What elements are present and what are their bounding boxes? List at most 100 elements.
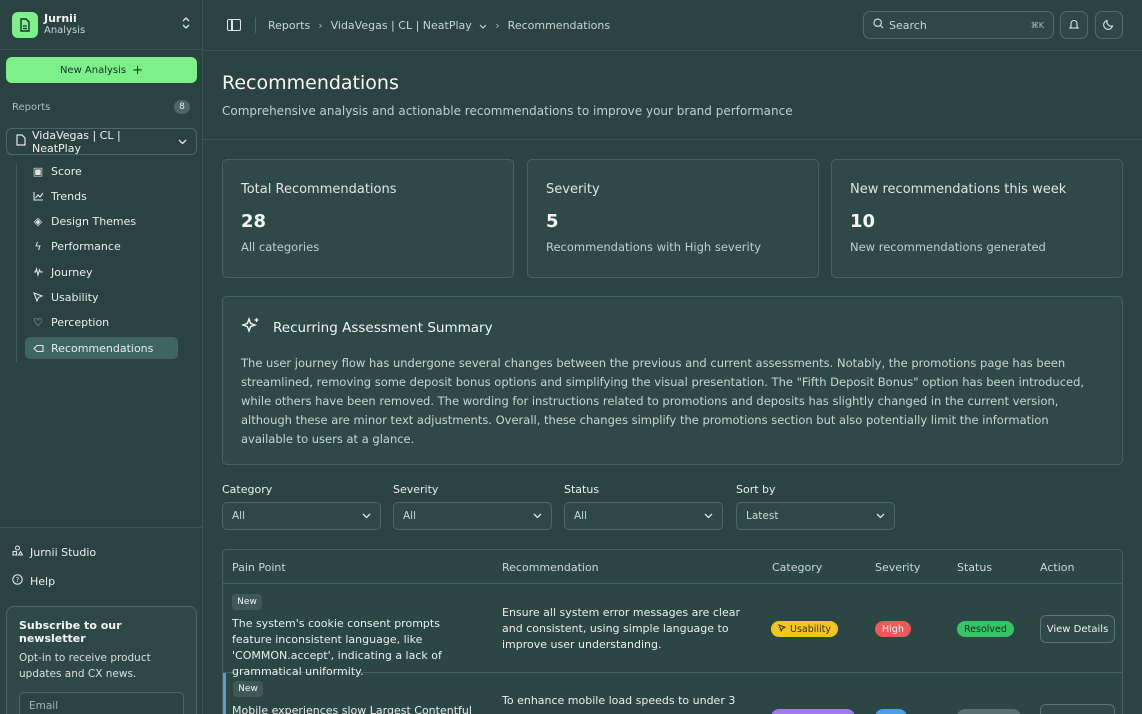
- sidebar-item-score[interactable]: ▣ Score: [25, 160, 178, 182]
- brand-switcher[interactable]: Jurnii Analysis: [0, 0, 202, 50]
- sidebar-item-label: Journey: [51, 265, 93, 279]
- newsletter-text: Opt-in to receive product updates and CX…: [19, 652, 151, 680]
- email-field[interactable]: Email: [19, 692, 184, 714]
- sidebar-item-design-themes[interactable]: ◈ Design Themes: [25, 211, 178, 233]
- stat-card-total: Total Recommendations 28 All categories: [222, 159, 514, 278]
- sidebar-item-label: Trends: [51, 189, 87, 203]
- stat-value: 28: [241, 211, 267, 232]
- recommendations-icon: [32, 344, 44, 353]
- stat-card-new-this-week: New recommendations this week 10 New rec…: [831, 159, 1123, 278]
- select-value: Latest: [746, 510, 779, 522]
- sidebar-item-recommendations[interactable]: Recommendations: [25, 337, 178, 360]
- category-select[interactable]: All: [222, 502, 381, 530]
- plus-icon: +: [132, 62, 144, 78]
- sidebar-item-label: Performance: [51, 240, 121, 254]
- filter-status: Status All: [564, 483, 723, 530]
- sidebar-item-label: Perception: [51, 316, 110, 330]
- sidebar: Jurnii Analysis New Analysis + Reports 8…: [0, 0, 203, 714]
- breadcrumb-reports[interactable]: Reports: [268, 19, 310, 32]
- filter-label: Severity: [393, 483, 439, 496]
- trends-icon: [32, 191, 44, 201]
- topbar-divider: [255, 17, 256, 33]
- pain-point-cell: The system's cookie consent prompts feat…: [232, 617, 442, 678]
- journey-icon: [32, 267, 44, 278]
- sparkles-icon: [240, 316, 261, 339]
- stat-label: Severity: [546, 182, 600, 197]
- sidebar-nav: ▣ Score Trends ◈ Design Themes ϟ Perform…: [25, 160, 178, 362]
- jurnii-studio-link[interactable]: Jurnii Studio: [12, 545, 96, 559]
- breadcrumb-report-label: VidaVegas | CL | NeatPlay: [330, 18, 472, 32]
- category-badge: Usability: [771, 621, 839, 637]
- chevron-updown-icon: [182, 17, 190, 32]
- search-input[interactable]: Search ⌘K: [863, 11, 1054, 39]
- status-select[interactable]: All: [564, 502, 723, 530]
- filter-label: Category: [222, 483, 273, 496]
- status-badge: [957, 709, 1021, 714]
- table-header: Pain Point Recommendation Category Sever…: [223, 550, 1122, 584]
- help-link[interactable]: ? Help: [12, 574, 55, 588]
- column-header[interactable]: Status: [957, 561, 992, 574]
- column-header[interactable]: Action: [1040, 561, 1074, 574]
- sidebar-item-perception[interactable]: ♡ Perception: [25, 312, 178, 334]
- sidebar-toggle-icon[interactable]: [227, 19, 241, 31]
- summary-title: Recurring Assessment Summary: [273, 320, 493, 336]
- shapes-icon: [12, 545, 24, 559]
- view-details-button[interactable]: View Details: [1040, 615, 1115, 643]
- help-circle-icon: ?: [12, 574, 23, 588]
- breadcrumb: Reports › VidaVegas | CL | NeatPlay › Re…: [268, 19, 610, 32]
- summary-body: The user journey flow has undergone seve…: [241, 356, 1085, 446]
- stat-note: New recommendations generated: [850, 240, 1046, 254]
- sidebar-item-trends[interactable]: Trends: [25, 185, 178, 207]
- sort-select[interactable]: Latest: [736, 502, 895, 530]
- chevron-down-icon: [876, 510, 885, 522]
- stat-note: All categories: [241, 240, 320, 254]
- help-label: Help: [30, 574, 56, 588]
- column-header[interactable]: Category: [772, 561, 822, 574]
- chevron-down-icon: [479, 19, 487, 32]
- recommendation-cell: Ensure all system error messages are cle…: [502, 606, 740, 651]
- search-shortcut: ⌘K: [1030, 20, 1044, 30]
- chevron-down-icon: [533, 510, 542, 522]
- stat-value: 10: [850, 211, 876, 232]
- sidebar-item-performance[interactable]: ϟ Performance: [25, 236, 178, 258]
- breadcrumb-report[interactable]: VidaVegas | CL | NeatPlay: [331, 19, 488, 32]
- view-details-button[interactable]: [1040, 704, 1115, 714]
- severity-select[interactable]: All: [393, 502, 552, 530]
- new-analysis-button[interactable]: New Analysis +: [6, 57, 197, 83]
- sidebar-item-label: Recommendations: [51, 341, 154, 355]
- select-value: All: [232, 510, 246, 522]
- report-select[interactable]: VidaVegas | CL | NeatPlay: [6, 128, 197, 155]
- chevron-right-icon: ›: [318, 18, 323, 32]
- recommendations-table: Pain Point Recommendation Category Sever…: [222, 549, 1123, 714]
- theme-toggle-button[interactable]: [1095, 11, 1123, 39]
- perception-icon: ♡: [33, 316, 43, 330]
- sidebar-item-label: Score: [51, 164, 82, 178]
- header-divider: [203, 139, 1142, 140]
- sidebar-item-usability[interactable]: Usability: [25, 286, 178, 308]
- report-select-value: VidaVegas | CL | NeatPlay: [32, 128, 121, 155]
- filter-severity: Severity All: [393, 483, 552, 530]
- column-header[interactable]: Severity: [875, 561, 920, 574]
- newsletter-title: Subscribe to our newsletter: [19, 619, 122, 645]
- new-tag: New: [232, 594, 262, 610]
- category-badge: [771, 709, 855, 714]
- breadcrumb-current: Recommendations: [507, 18, 611, 32]
- stat-label: Total Recommendations: [241, 182, 397, 197]
- sidebar-item-label: Design Themes: [51, 215, 137, 229]
- filter-sort: Sort by Latest: [736, 483, 895, 530]
- usability-icon: [32, 292, 44, 303]
- table-row[interactable]: New The system's cookie consent prompts …: [223, 584, 1122, 678]
- severity-badge: High: [875, 621, 911, 637]
- table-row[interactable]: New Mobile experiences slow Largest Cont…: [223, 673, 1122, 714]
- reports-header: Reports 8: [12, 100, 190, 114]
- chevron-down-icon: [704, 510, 713, 522]
- column-header[interactable]: Pain Point: [232, 561, 286, 574]
- filter-label: Sort by: [736, 483, 776, 496]
- jurnii-studio-label: Jurnii Studio: [30, 545, 97, 559]
- chevron-down-icon: [178, 135, 187, 148]
- notifications-button[interactable]: [1060, 11, 1088, 39]
- sidebar-item-journey[interactable]: Journey: [25, 261, 178, 283]
- page-title: Recommendations: [222, 72, 399, 94]
- column-header[interactable]: Recommendation: [502, 561, 599, 574]
- newsletter-card: Subscribe to our newsletter Opt-in to re…: [6, 606, 197, 714]
